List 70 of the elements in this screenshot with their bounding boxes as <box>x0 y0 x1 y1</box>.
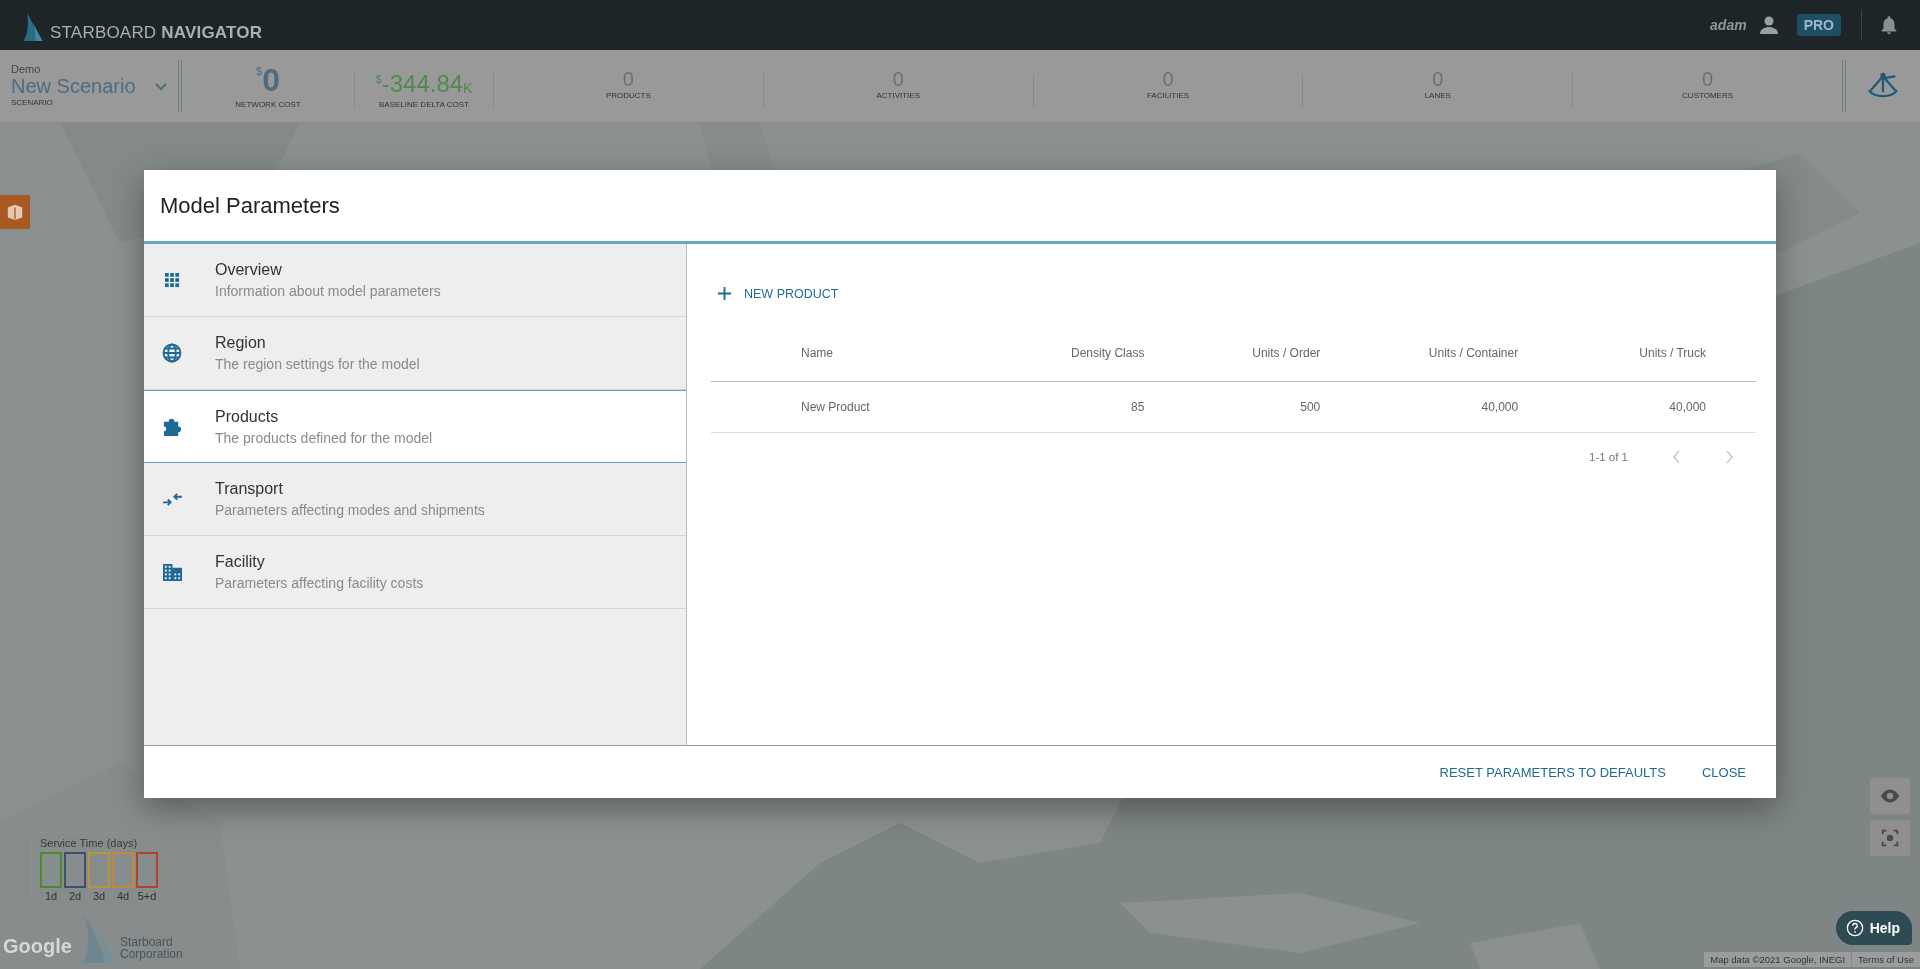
grid-icon <box>164 272 180 288</box>
legend-title: Service Time (days) <box>40 837 139 849</box>
count-label: PRODUCTS <box>605 91 651 100</box>
legend-label: 2d <box>68 890 82 902</box>
column-header[interactable]: Units / Order <box>1144 325 1321 382</box>
column-header[interactable]: Name <box>711 325 959 382</box>
table-cell: New Product <box>711 381 959 433</box>
previous-page-icon[interactable] <box>1672 450 1681 464</box>
sidebar-item[interactable]: Overview Information about model parameters <box>144 244 686 317</box>
user-name: adam <box>1710 17 1747 33</box>
section-description: Parameters affecting modes and shipments <box>215 502 485 518</box>
legend-label: 3d <box>92 890 106 902</box>
column-header[interactable]: Density Class <box>958 325 1145 382</box>
cost-label: BASELINE DELTA COST <box>379 100 469 109</box>
next-page-icon[interactable] <box>1725 450 1734 464</box>
plan-badge: PRO <box>1796 14 1841 36</box>
dialog-title: Model Parameters <box>160 192 340 219</box>
count-label: ACTIVITIES <box>876 91 920 100</box>
section-title: Region <box>215 334 267 352</box>
scenario-caption: SCENARIO <box>11 97 54 108</box>
new-product-button[interactable]: NEW PRODUCT <box>711 282 843 305</box>
section-description: Information about model parameters <box>215 283 441 299</box>
arrows-icon <box>161 491 183 507</box>
table-row[interactable]: New Product 85 500 40,000 40,000 <box>711 381 1756 433</box>
table-cell: 500 <box>1144 381 1321 433</box>
count-label: FACILITIES <box>1146 91 1190 100</box>
google-logo: Google <box>3 935 72 958</box>
cost-value: $^{$}$0 <box>256 64 280 96</box>
section-title: Products <box>215 407 280 426</box>
guide-tab[interactable] <box>0 195 30 229</box>
sidebar-item[interactable]: Products The products defined for the model <box>144 390 686 463</box>
pagination-range: 1-1 of 1 <box>1589 451 1628 463</box>
legend-label: 1d <box>44 890 58 902</box>
table-cell: 40,000 <box>1518 381 1756 433</box>
reset-button[interactable]: RESET PARAMETERS TO DEFAULTS <box>1431 758 1674 786</box>
section-description: The products defined for the model <box>215 429 433 446</box>
section-title: Facility <box>215 553 266 571</box>
recenter-button[interactable] <box>1870 820 1910 856</box>
globe-icon <box>162 343 182 363</box>
cost-label: NETWORK COST <box>235 100 301 109</box>
section-description: The region settings for the model <box>215 356 420 372</box>
section-description: Parameters affecting facility costs <box>215 575 424 591</box>
legend-label: 4d <box>116 890 130 902</box>
map-attribution: Map data ©2021 Google, INEGI <box>1704 952 1852 967</box>
sidebar-item[interactable]: Facility Parameters affecting facility costs <box>144 536 686 609</box>
legend-label: 5+d <box>137 890 157 902</box>
company-watermark: Starboard Corporation <box>120 936 183 960</box>
section-title: Overview <box>215 261 283 279</box>
book-icon <box>6 203 24 221</box>
focus-icon <box>1879 827 1901 849</box>
section-title: Transport <box>215 480 284 498</box>
table-cell: 40,000 <box>1320 381 1519 433</box>
help-button[interactable]: Help <box>1835 911 1912 945</box>
column-header[interactable]: Units / Container <box>1320 325 1519 382</box>
sidebar-item[interactable]: Transport Parameters affecting modes and shipments <box>144 463 686 536</box>
building-icon <box>161 562 183 582</box>
count-label: LANES <box>1424 91 1451 100</box>
count-label: CUSTOMERS <box>1682 91 1734 100</box>
cost-value: $^{$}$-344.84K <box>375 72 473 96</box>
table-cell: 85 <box>958 381 1145 433</box>
question-icon <box>1845 919 1864 937</box>
column-header[interactable]: Units / Truck <box>1518 325 1756 382</box>
visibility-button[interactable] <box>1870 778 1910 814</box>
terms-link[interactable]: Terms of Use <box>1851 952 1920 967</box>
app-name: STARBOARD NAVIGATOR <box>50 23 263 43</box>
puzzle-icon <box>161 416 183 437</box>
chevron-down-icon[interactable] <box>155 83 167 91</box>
plus-icon <box>717 286 732 301</box>
scenario-group: Demo <box>11 63 178 75</box>
close-button[interactable]: CLOSE <box>1693 758 1754 786</box>
